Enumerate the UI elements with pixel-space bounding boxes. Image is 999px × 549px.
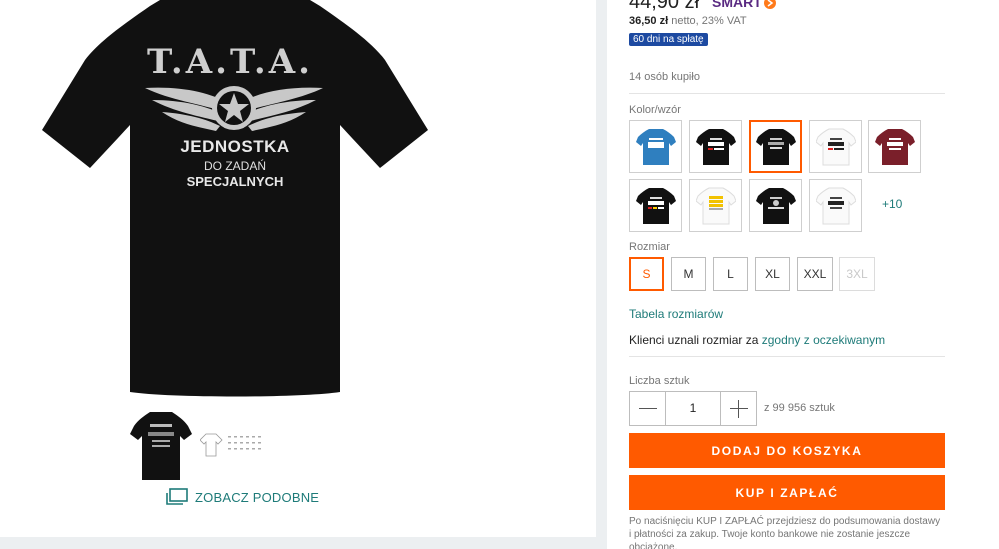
smart-badge-icon (764, 0, 776, 9)
quantity-label: Liczba sztuk (629, 375, 690, 387)
shirt-print-title: T.A.T.A. (147, 42, 313, 82)
color-swatch[interactable] (868, 120, 921, 173)
size-table-link[interactable]: Tabela rozmiarów (629, 307, 723, 321)
checkout-footnote: Po naciśnięciu KUP I ZAPŁAĆ przejdziesz … (629, 516, 941, 549)
fit-value-link[interactable]: zgodny z oczekiwanym (762, 333, 885, 347)
size-option-selected[interactable]: S (629, 257, 664, 291)
installment-badge[interactable]: 60 dni na spłatę (629, 33, 708, 46)
netto-price: 36,50 zł netto, 23% VAT (629, 15, 747, 27)
color-label: Kolor/wzór (629, 104, 681, 116)
add-to-cart-button[interactable]: DODAJ DO KOSZYKA (629, 433, 945, 468)
shirt-print-line2: DO ZADAŃ (203, 159, 266, 173)
main-product-image[interactable]: T.A.T.A. JEDNOSTKA DO ZADAŃ SPECJALNYCH (40, 0, 430, 400)
size-option[interactable]: M (671, 257, 706, 291)
similar-items-icon (166, 488, 188, 505)
size-option[interactable]: L (713, 257, 748, 291)
size-fit-info: Klienci uznali rozmiar za zgodny z oczek… (629, 333, 885, 347)
netto-value: 36,50 zł (629, 15, 669, 27)
fit-prefix: Klienci uznali rozmiar za (629, 333, 759, 347)
bought-count: 14 osób kupiło (629, 71, 700, 83)
quantity-decrease-button[interactable] (629, 391, 666, 426)
color-swatch[interactable] (749, 179, 802, 232)
product-gallery: T.A.T.A. JEDNOSTKA DO ZADAŃ SPECJALNYCH (0, 0, 596, 537)
color-swatch[interactable] (689, 179, 742, 232)
divider (629, 356, 945, 357)
divider (629, 93, 945, 94)
quantity-input[interactable]: 1 (665, 391, 721, 426)
price: 44,90 zł (629, 0, 700, 13)
shirt-print-line3: SPECJALNYCH (186, 174, 284, 189)
color-swatch[interactable] (809, 120, 862, 173)
color-swatch[interactable] (629, 179, 682, 232)
see-similar-button[interactable]: ZOBACZ PODOBNE (165, 488, 319, 506)
color-swatch-selected[interactable] (749, 120, 802, 173)
more-colors-link[interactable]: +10 (882, 197, 902, 211)
color-swatch[interactable] (629, 120, 682, 173)
quantity-increase-button[interactable] (720, 391, 757, 426)
smart-label: SMART (712, 0, 762, 10)
see-similar-label: ZOBACZ PODOBNE (195, 489, 320, 505)
thumbnail-front[interactable] (130, 410, 192, 485)
buy-now-button[interactable]: KUP I ZAPŁAĆ (629, 475, 945, 510)
color-swatch[interactable] (689, 120, 742, 173)
netto-suffix: netto, 23% VAT (671, 15, 747, 27)
size-label: Rozmiar (629, 241, 670, 253)
size-option-disabled: 3XL (839, 257, 875, 291)
shirt-print-line1: JEDNOSTKA (180, 137, 290, 156)
size-option[interactable]: XXL (797, 257, 833, 291)
stock-note: z 99 956 sztuk (764, 402, 835, 414)
size-option[interactable]: XL (755, 257, 790, 291)
color-swatch[interactable] (809, 179, 862, 232)
thumbnail-size-chart[interactable] (199, 432, 268, 463)
